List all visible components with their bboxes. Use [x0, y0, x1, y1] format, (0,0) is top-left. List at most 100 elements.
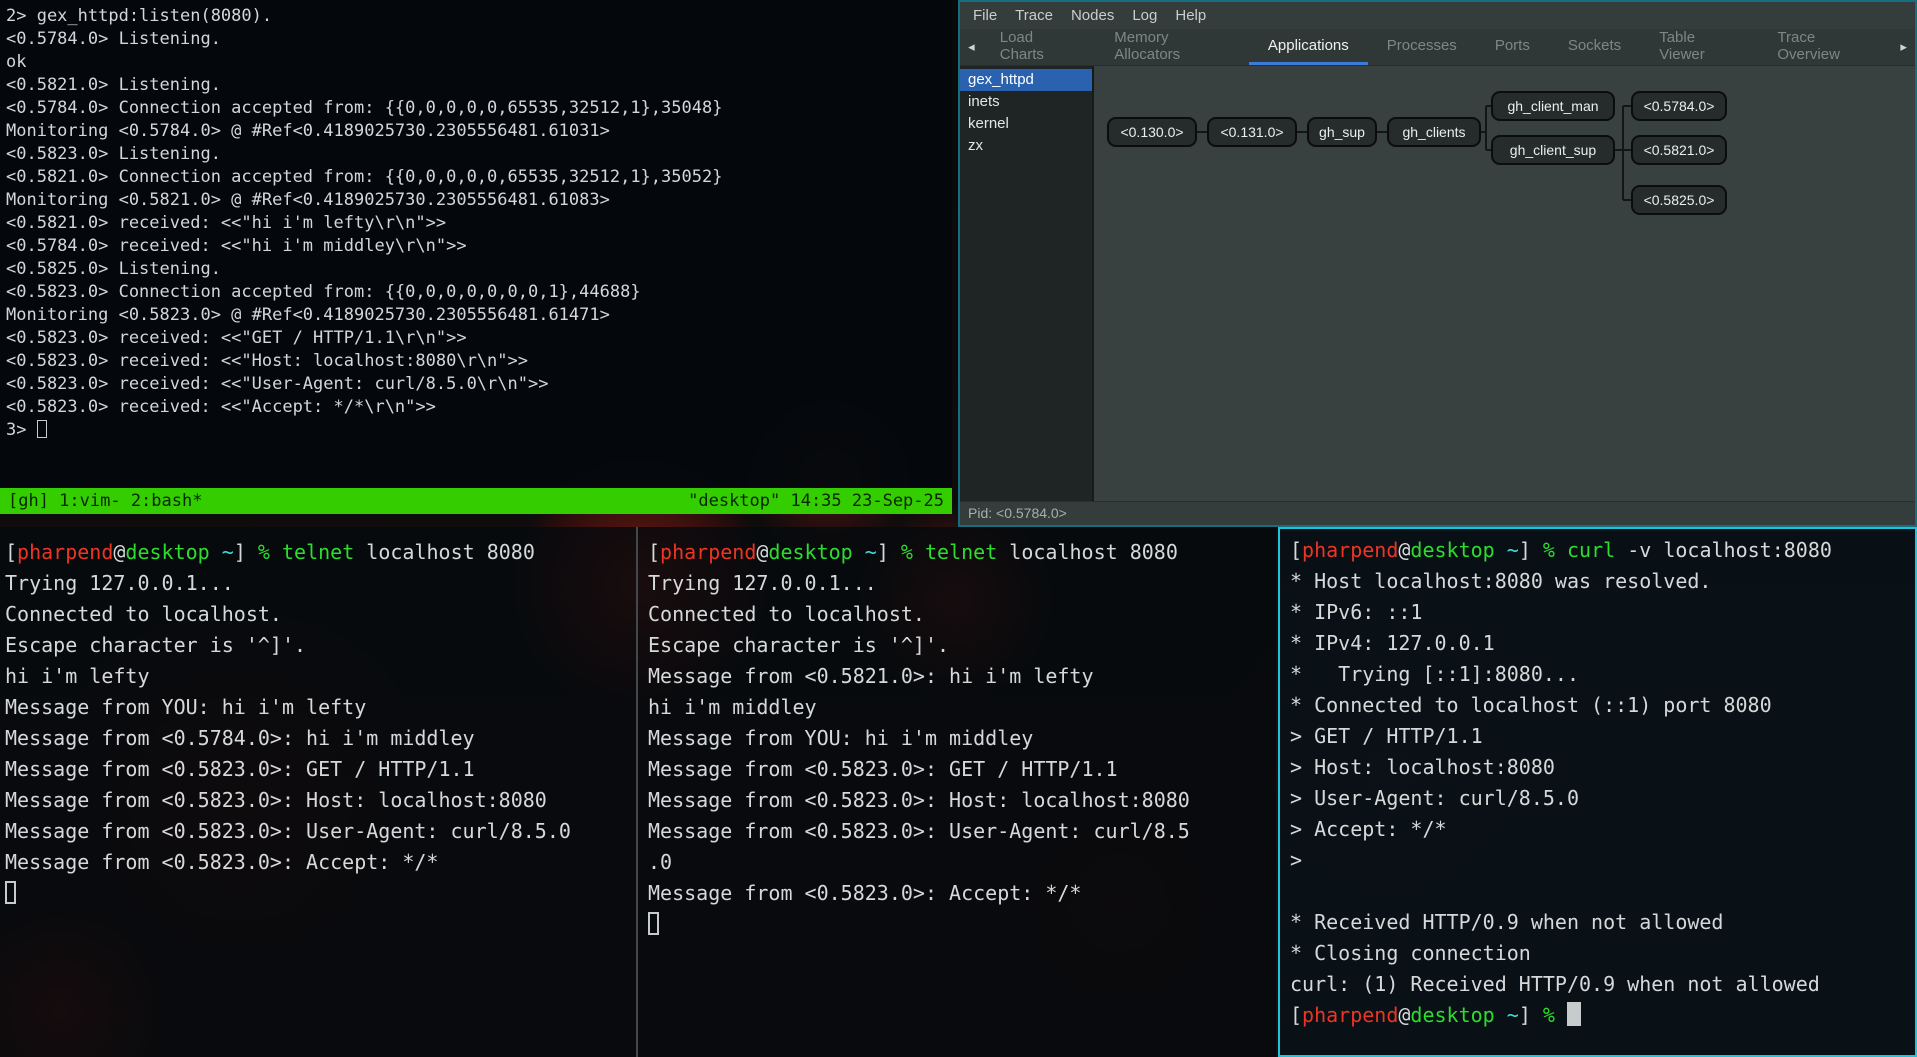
menu-file[interactable]: File: [964, 7, 1006, 24]
observer-menubar: File Trace Nodes Log Help: [960, 2, 1915, 29]
menu-trace[interactable]: Trace: [1006, 7, 1062, 24]
terminal-line: Trying 127.0.0.1...: [5, 568, 630, 599]
curl-output: * Host localhost:8080 was resolved.* IPv…: [1290, 566, 1905, 1000]
terminal-line: Trying 127.0.0.1...: [648, 568, 1270, 599]
command-args: -v localhost:8080: [1615, 538, 1832, 562]
terminal-line: Connected to localhost.: [5, 599, 630, 630]
process-node-0-5821-0[interactable]: <0.5821.0>: [1631, 135, 1727, 165]
cursor: [648, 912, 659, 935]
observer-window: File Trace Nodes Log Help ◂ Load Charts …: [958, 0, 1917, 527]
tab-load-charts[interactable]: Load Charts: [981, 29, 1096, 65]
terminal-line: * Received HTTP/0.9 when not allowed: [1290, 907, 1905, 938]
process-node-0-130-0[interactable]: <0.130.0>: [1107, 117, 1197, 147]
telnet-left-output: Trying 127.0.0.1...Connected to localhos…: [5, 568, 630, 878]
app-item-zx[interactable]: zx: [960, 135, 1092, 157]
process-node-gh-sup[interactable]: gh_sup: [1307, 117, 1377, 147]
terminal-line: 2> gex_httpd:listen(8080).: [6, 5, 946, 28]
curl-terminal-window[interactable]: [pharpend@desktop ~] % curl -v localhost…: [1278, 527, 1917, 1057]
terminal-line: Connected to localhost.: [648, 599, 1270, 630]
terminal-line: [1290, 876, 1905, 907]
terminal-line: <0.5821.0> Listening.: [6, 74, 946, 97]
terminal-line: > Accept: */*: [1290, 814, 1905, 845]
menu-help[interactable]: Help: [1166, 7, 1215, 24]
terminal-line: <0.5823.0> received: <<"GET / HTTP/1.1\r…: [6, 327, 946, 350]
tab-applications[interactable]: Applications: [1249, 29, 1368, 65]
terminal-line: Message from <0.5784.0>: hi i'm middley: [5, 723, 630, 754]
terminal-line: <0.5823.0> Connection accepted from: {{0…: [6, 281, 946, 304]
terminal-line: Monitoring <0.5821.0> @ #Ref<0.418902573…: [6, 189, 946, 212]
terminal-line: * IPv6: ::1: [1290, 597, 1905, 628]
cursor: [1567, 1002, 1581, 1026]
terminal-line: Message from <0.5823.0>: Host: localhost…: [648, 785, 1270, 816]
app-item-kernel[interactable]: kernel: [960, 113, 1092, 135]
terminal-line: Message from <0.5823.0>: User-Agent: cur…: [5, 816, 630, 847]
tab-scroll-left-icon[interactable]: ◂: [962, 29, 981, 65]
terminal-line: Message from <0.5823.0>: Accept: */*: [5, 847, 630, 878]
terminal-line: <0.5823.0> received: <<"User-Agent: curl…: [6, 373, 946, 396]
shell-prompt-line: [pharpend@desktop ~] %: [1290, 1000, 1905, 1031]
command-text: telnet: [925, 540, 997, 564]
command-args: localhost 8080: [354, 540, 535, 564]
tab-memory-allocators[interactable]: Memory Allocators: [1095, 29, 1249, 65]
pane-divider[interactable]: [636, 527, 638, 1057]
app-item-gex-httpd[interactable]: gex_httpd: [960, 69, 1092, 91]
command-args: localhost 8080: [997, 540, 1178, 564]
cursor-line: [648, 909, 1270, 940]
process-node-gh-clients[interactable]: gh_clients: [1387, 117, 1481, 147]
process-node-0-5784-0[interactable]: <0.5784.0>: [1631, 91, 1727, 121]
terminal-line: hi i'm lefty: [5, 661, 630, 692]
tab-sockets[interactable]: Sockets: [1549, 29, 1640, 65]
erlang-prompt: 3>: [6, 420, 37, 440]
shell-prompt-line: [pharpend@desktop ~] % telnet localhost …: [5, 537, 630, 568]
terminal-line: > GET / HTTP/1.1: [1290, 721, 1905, 752]
observer-status-bar: Pid: <0.5784.0>: [960, 501, 1915, 525]
terminal-line: >: [1290, 845, 1905, 876]
application-list: gex_httpd inets kernel zx: [960, 66, 1094, 501]
tab-trace-overview[interactable]: Trace Overview: [1758, 29, 1894, 65]
cursor-line: [5, 878, 630, 909]
terminal-line: Escape character is '^]'.: [648, 630, 1270, 661]
observer-tabbar: ◂ Load Charts Memory Allocators Applicat…: [960, 29, 1915, 66]
terminal-line: * Connected to localhost (::1) port 8080: [1290, 690, 1905, 721]
erlang-shell-terminal[interactable]: 2> gex_httpd:listen(8080).<0.5784.0> Lis…: [0, 0, 952, 514]
process-node-0-5825-0[interactable]: <0.5825.0>: [1631, 185, 1727, 215]
telnet-terminal-window: [pharpend@desktop ~] % telnet localhost …: [0, 527, 1276, 1057]
tab-processes[interactable]: Processes: [1368, 29, 1476, 65]
desktop: 2> gex_httpd:listen(8080).<0.5784.0> Lis…: [0, 0, 1917, 1057]
terminal-line: * IPv4: 127.0.0.1: [1290, 628, 1905, 659]
menu-log[interactable]: Log: [1123, 7, 1166, 24]
terminal-line: Monitoring <0.5784.0> @ #Ref<0.418902573…: [6, 120, 946, 143]
telnet-left-pane[interactable]: [pharpend@desktop ~] % telnet localhost …: [5, 537, 630, 909]
terminal-line: Monitoring <0.5823.0> @ #Ref<0.418902573…: [6, 304, 946, 327]
terminal-line: hi i'm middley: [648, 692, 1270, 723]
command-text: telnet: [282, 540, 354, 564]
tmux-window-list: [gh] 1:vim- 2:bash*: [8, 491, 202, 511]
terminal-line: Message from YOU: hi i'm middley: [648, 723, 1270, 754]
terminal-line: <0.5784.0> received: <<"hi i'm middley\r…: [6, 235, 946, 258]
app-item-inets[interactable]: inets: [960, 91, 1092, 113]
process-node-gh-client-sup[interactable]: gh_client_sup: [1491, 135, 1615, 165]
terminal-line: Message from <0.5823.0>: Accept: */*: [648, 878, 1270, 909]
process-node-gh-client-man[interactable]: gh_client_man: [1491, 91, 1615, 121]
telnet-middle-output: Trying 127.0.0.1...Connected to localhos…: [648, 568, 1270, 909]
menu-nodes[interactable]: Nodes: [1062, 7, 1123, 24]
erlang-prompt-line: 3>: [6, 419, 946, 442]
telnet-middle-pane[interactable]: [pharpend@desktop ~] % telnet localhost …: [648, 537, 1270, 940]
tab-scroll-right-icon[interactable]: ▸: [1894, 29, 1913, 65]
process-tree-diagram: <0.130.0> <0.131.0> gh_sup gh_clients gh…: [1094, 66, 1915, 501]
shell-prompt-line: [pharpend@desktop ~] % telnet localhost …: [648, 537, 1270, 568]
terminal-line: <0.5823.0> received: <<"Host: localhost:…: [6, 350, 946, 373]
tmux-session-clock: "desktop" 14:35 23-Sep-25: [688, 491, 944, 511]
terminal-line: Message from <0.5823.0>: GET / HTTP/1.1: [5, 754, 630, 785]
terminal-line: > Host: localhost:8080: [1290, 752, 1905, 783]
tab-table-viewer[interactable]: Table Viewer: [1640, 29, 1758, 65]
tmux-status-bar: [gh] 1:vim- 2:bash* "desktop" 14:35 23-S…: [0, 488, 952, 514]
tab-ports[interactable]: Ports: [1476, 29, 1549, 65]
terminal-line: curl: (1) Received HTTP/0.9 when not all…: [1290, 969, 1905, 1000]
cursor: [5, 881, 16, 904]
process-node-0-131-0[interactable]: <0.131.0>: [1207, 117, 1297, 147]
terminal-line: Message from <0.5823.0>: User-Agent: cur…: [648, 816, 1270, 847]
terminal-line: .0: [648, 847, 1270, 878]
terminal-line: <0.5784.0> Listening.: [6, 28, 946, 51]
terminal-line: * Closing connection: [1290, 938, 1905, 969]
